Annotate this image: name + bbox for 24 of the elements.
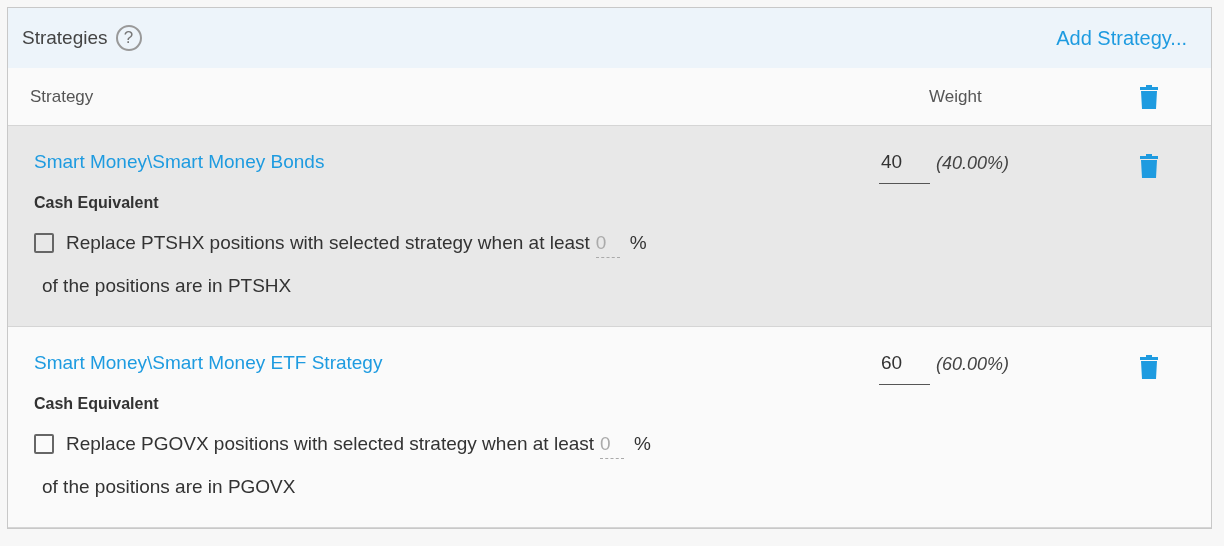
category-label: Cash Equivalent xyxy=(34,192,160,213)
weight-percent: (40.00%) xyxy=(936,152,1010,175)
checkbox[interactable] xyxy=(34,434,54,455)
column-header: Weight xyxy=(929,85,983,108)
threshold-field[interactable]: 0 xyxy=(600,429,625,459)
delete-icon[interactable] xyxy=(1139,355,1159,379)
threshold-field[interactable]: 0 xyxy=(595,228,620,258)
category-label: Cash Equivalent xyxy=(34,393,160,414)
percent-sign: % xyxy=(629,231,647,255)
option-label: Replace PTSHX positions with selected strategy when at least xyxy=(66,231,590,255)
weight-field[interactable]: 40 xyxy=(879,148,930,184)
weight-field[interactable]: 60 xyxy=(879,349,930,385)
trash-icon[interactable] xyxy=(1139,84,1159,109)
weight-percent: (60.00%) xyxy=(936,353,1010,376)
option-label: of the positions are in PTSHX xyxy=(42,274,293,298)
option-label: of the positions are in PGOVX xyxy=(42,475,297,499)
delete-icon[interactable] xyxy=(1139,154,1159,178)
checkbox[interactable] xyxy=(34,233,54,254)
option-label: Replace PGOVX positions with selected strategy when at least xyxy=(66,432,595,456)
column-header: Strategy xyxy=(30,85,94,108)
panel-title: Strategies xyxy=(22,25,108,50)
percent-sign: % xyxy=(634,432,651,456)
strategy-row[interactable]: Smart Money\Smart Money Bonds Cash Equivalent Replace PTSHX positions with selected strategy when at least 0 % of the positions are in PTSHX 40 (40.00%) xyxy=(8,126,1211,327)
help-icon[interactable]: ? xyxy=(115,25,142,51)
